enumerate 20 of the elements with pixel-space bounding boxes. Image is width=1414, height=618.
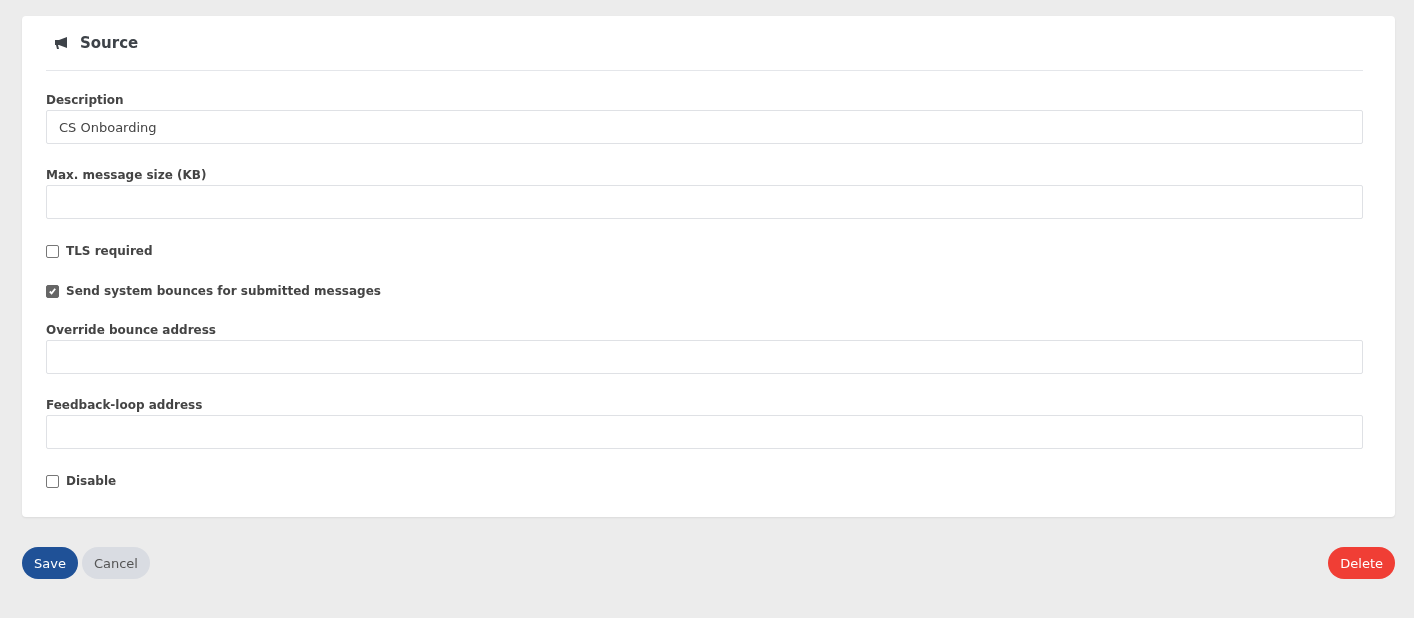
input-field[interactable]: CS Onboarding bbox=[46, 110, 1363, 144]
checkbox[interactable] bbox=[46, 284, 59, 298]
check-icon bbox=[48, 286, 57, 296]
card-title: Source bbox=[80, 34, 139, 52]
input-field[interactable] bbox=[46, 185, 1363, 219]
checkbox[interactable] bbox=[46, 244, 59, 258]
field-label: Feedback-loop address bbox=[46, 398, 204, 412]
checkbox-label: TLS required bbox=[66, 244, 153, 258]
checkbox-label: Send system bounces for submitted messages bbox=[66, 284, 381, 298]
input-field[interactable] bbox=[46, 340, 1363, 374]
input-field[interactable] bbox=[46, 415, 1363, 449]
field-label: Description bbox=[46, 93, 125, 107]
cancel-button[interactable]: Cancel bbox=[81, 547, 150, 579]
save-button[interactable]: Save bbox=[22, 547, 78, 579]
delete-button[interactable]: Delete bbox=[1328, 547, 1395, 579]
field-label: Override bounce address bbox=[46, 323, 217, 337]
checkbox[interactable] bbox=[46, 474, 59, 488]
field-label: Max. message size (KB) bbox=[46, 168, 208, 182]
checkbox-label: Disable bbox=[66, 474, 117, 488]
megaphone-icon bbox=[54, 36, 70, 50]
